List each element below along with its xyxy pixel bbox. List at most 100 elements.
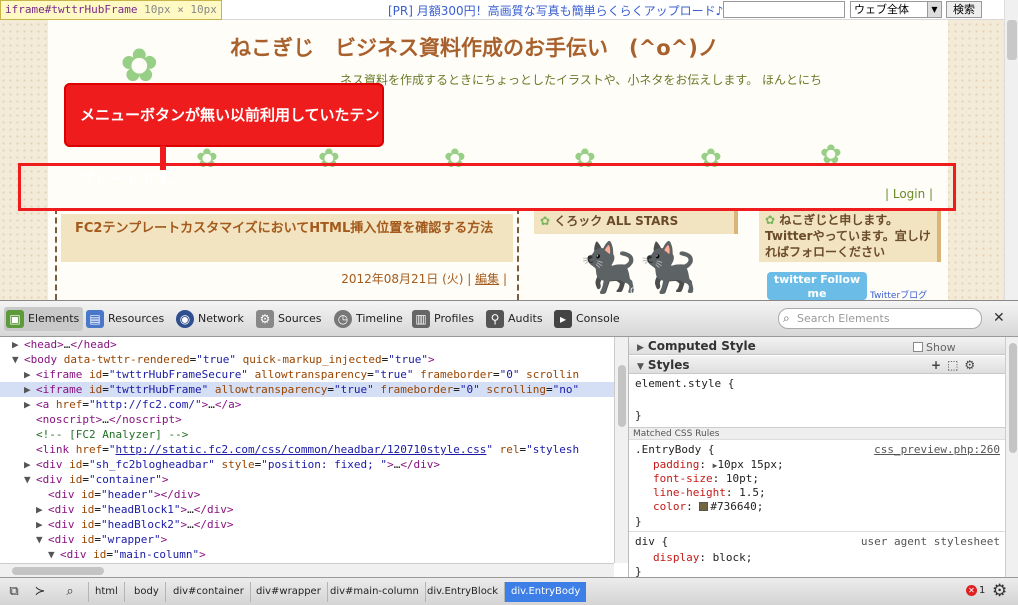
web-page-viewport: ✿ ✿ ✿ ✿ ✿ ✿ ✿ ねこぎじ ビジネス資料作成のお手伝い (^o^)ノ …: [0, 0, 1018, 300]
error-count: 1: [979, 585, 986, 596]
devtools-toolbar: ▣ Elements ▤ Resources ◉ Network ⚙ Sources ◷…: [0, 301, 1018, 337]
entry-date-tail: |: [499, 272, 507, 286]
breadcrumb-container[interactable]: div#container: [167, 582, 251, 602]
dom-node[interactable]: ▼ <div id="main-column">: [0, 547, 614, 562]
dom-node[interactable]: <link href="http://static.fc2.com/css/co…: [0, 442, 614, 457]
twitter-follow-badge[interactable]: twitter Follow me: [767, 272, 867, 300]
scrollbar-thumb[interactable]: [12, 567, 104, 575]
rule-selector[interactable]: .EntryBody {: [635, 443, 714, 457]
computed-style-header[interactable]: ▶Computed Style Show inherited: [629, 337, 1005, 372]
entry-date: 2012年08月21日 (火) | 編集 |: [341, 270, 507, 287]
dom-node[interactable]: ▶ <div id="headBlock1">…</div>: [0, 502, 614, 517]
element-style-selector[interactable]: element.style {: [635, 377, 734, 391]
styles-toolbar: +⬚⚙: [931, 356, 981, 374]
css-property[interactable]: font-size: 10pt;: [653, 472, 759, 486]
close-icon[interactable]: ✕: [993, 310, 1005, 326]
css-property[interactable]: line-height: 1.5;: [653, 486, 766, 500]
scrollbar-thumb[interactable]: [1009, 343, 1017, 453]
breadcrumb-main-column[interactable]: div#main-column: [324, 582, 426, 602]
black-cats-clock-image[interactable]: 🐈‍⬛🐈‍⬛ 08/21: [578, 244, 698, 297]
breadcrumb-html[interactable]: html: [88, 582, 125, 602]
dom-node[interactable]: ▼ <body data-twttr-rendered="true" quick-…: [0, 352, 614, 367]
dom-comment[interactable]: <!-- [FC2 Analyzer] -->: [0, 427, 614, 442]
tab-network[interactable]: ◉ Network: [174, 307, 244, 331]
css-property-value: #736640;: [710, 500, 764, 513]
dom-node[interactable]: ▶ <div id="sh_fc2blogheadbar" style="posi…: [0, 457, 614, 472]
css-property[interactable]: display: block;: [653, 551, 752, 565]
headbar-ad-link[interactable]: [PR] 月額300円！高画質な写真も簡単らくらくアップロード♪: [388, 2, 723, 19]
dom-node[interactable]: ▶ <a href="http://fc2.com/">…</a>: [0, 397, 614, 412]
tab-elements[interactable]: ▣ Elements: [4, 307, 84, 331]
inspect-search-icon[interactable]: ⌕: [58, 582, 82, 602]
search-scope-value: ウェブ全体: [854, 3, 909, 16]
tab-resources[interactable]: ▤ Resources: [84, 307, 164, 331]
blog-title[interactable]: ねこぎじ ビジネス資料作成のお手伝い (^o^)ノ: [230, 32, 719, 62]
page-scrollbar-thumb[interactable]: [1007, 20, 1017, 60]
headbar-search-input[interactable]: [723, 1, 845, 18]
devtools-panel: ▣ Elements ▤ Resources ◉ Network ⚙ Sources ◷…: [0, 300, 1018, 605]
dom-node[interactable]: <div id="header"></div>: [0, 487, 614, 502]
entry-block: FC2テンプレートカスタマイズにおいてHTML挿入位置を確認する方法 2012年…: [55, 208, 519, 300]
page-scrollbar[interactable]: [1004, 0, 1018, 300]
dom-tree[interactable]: ▶ <head>…</head> ▼ <body data-twttr-render…: [0, 337, 614, 563]
element-style-close: }: [635, 409, 642, 422]
tab-sources-label: Sources: [278, 312, 322, 325]
entry-title[interactable]: FC2テンプレートカスタマイズにおいてHTML挿入位置を確認する方法: [61, 214, 513, 262]
tab-timeline-label: Timeline: [356, 312, 403, 325]
dom-tree-horizontal-scrollbar[interactable]: [0, 563, 614, 577]
inspect-tooltip: iframe#twttrHubFrame 10px × 10px: [0, 0, 222, 20]
headbar-search-button[interactable]: 検索: [946, 1, 982, 18]
dom-node[interactable]: ▼ <div id="container">: [0, 472, 614, 487]
styles-header[interactable]: ▼ Styles +⬚⚙: [629, 356, 1005, 374]
dom-tree-vertical-scrollbar[interactable]: [614, 337, 628, 563]
rule-selector[interactable]: div {: [635, 535, 668, 549]
clover-bullet-icon: ✿: [765, 213, 776, 227]
dom-node[interactable]: ▶ <head>…</head>: [0, 337, 614, 352]
breadcrumb-entry-body[interactable]: div.EntryBody: [505, 582, 587, 602]
styles-sidebar: ▶Computed Style Show inherited ▼Styles +…: [628, 337, 1018, 577]
console-drawer-icon[interactable]: ≻: [28, 582, 52, 602]
elements-search-input[interactable]: ⌕ Search Elements: [778, 308, 982, 329]
dom-node[interactable]: ▶ <div id="headBlock2">…</div>: [0, 517, 614, 532]
tab-sources[interactable]: ⚙ Sources: [254, 307, 322, 331]
tab-timeline[interactable]: ◷ Timeline: [332, 307, 403, 331]
dom-node[interactable]: ▼ <div id="wrapper">: [0, 532, 614, 547]
tab-audits[interactable]: ⚲ Audits: [484, 307, 543, 331]
css-property-name: font-size: [653, 472, 713, 485]
tab-console-label: Console: [576, 312, 620, 325]
dock-toggle-icon[interactable]: ⧉: [2, 582, 26, 602]
dom-node[interactable]: ▶ <iframe id="twttrHubFrameSecure" allowt…: [0, 367, 614, 382]
css-property[interactable]: padding: ▶10px 15px;: [653, 458, 784, 473]
sidebar-heading-clock-text: くろック ALL STARS: [554, 214, 679, 228]
tab-profiles[interactable]: ▥ Profiles: [410, 307, 474, 331]
breadcrumb-entry-block[interactable]: div.EntryBlock: [421, 582, 506, 602]
entry-edit-link[interactable]: 編集: [475, 272, 499, 286]
add-rule-icon[interactable]: +: [931, 358, 947, 372]
dom-node-selected[interactable]: ▶ <iframe id="twttrHubFrame" allowtranspa…: [0, 382, 614, 397]
breadcrumb-body[interactable]: body: [128, 582, 166, 602]
blog-description: ネス資料を作成するときにちょっとしたイラストや、小ネタをお伝えします。 ほんとに…: [340, 73, 823, 87]
scrollbar-thumb[interactable]: [618, 365, 626, 427]
error-counter[interactable]: ✕ 1: [966, 585, 985, 596]
toggle-element-state-icon[interactable]: ⬚: [947, 358, 964, 372]
styles-scrollbar[interactable]: [1005, 337, 1018, 577]
rule-close: }: [635, 565, 642, 577]
timeline-icon: ◷: [334, 310, 352, 328]
gear-icon[interactable]: ⚙: [992, 581, 1007, 601]
color-swatch[interactable]: [699, 502, 709, 511]
sources-icon: ⚙: [256, 310, 274, 328]
rule-divider: [629, 531, 1005, 532]
rule-source: user agent stylesheet: [860, 535, 1000, 548]
profiles-icon: ▥: [412, 310, 430, 328]
rule-source-link[interactable]: css_preview.php:260: [874, 443, 1000, 456]
search-scope-select[interactable]: ウェブ全体 ▼: [850, 1, 942, 18]
css-property-name: color: [653, 500, 687, 513]
tab-elements-label: Elements: [28, 312, 80, 325]
tab-console[interactable]: ▸ Console: [552, 307, 620, 331]
dom-node[interactable]: <noscript>…</noscript>: [0, 412, 614, 427]
css-property-value: 10pt;: [725, 472, 759, 485]
breadcrumb-wrapper[interactable]: div#wrapper: [250, 582, 328, 602]
css-property[interactable]: color: #736640;: [653, 500, 763, 514]
gear-icon[interactable]: ⚙: [964, 358, 981, 372]
twitter-blog-label[interactable]: Twitterブログ: [870, 288, 927, 300]
